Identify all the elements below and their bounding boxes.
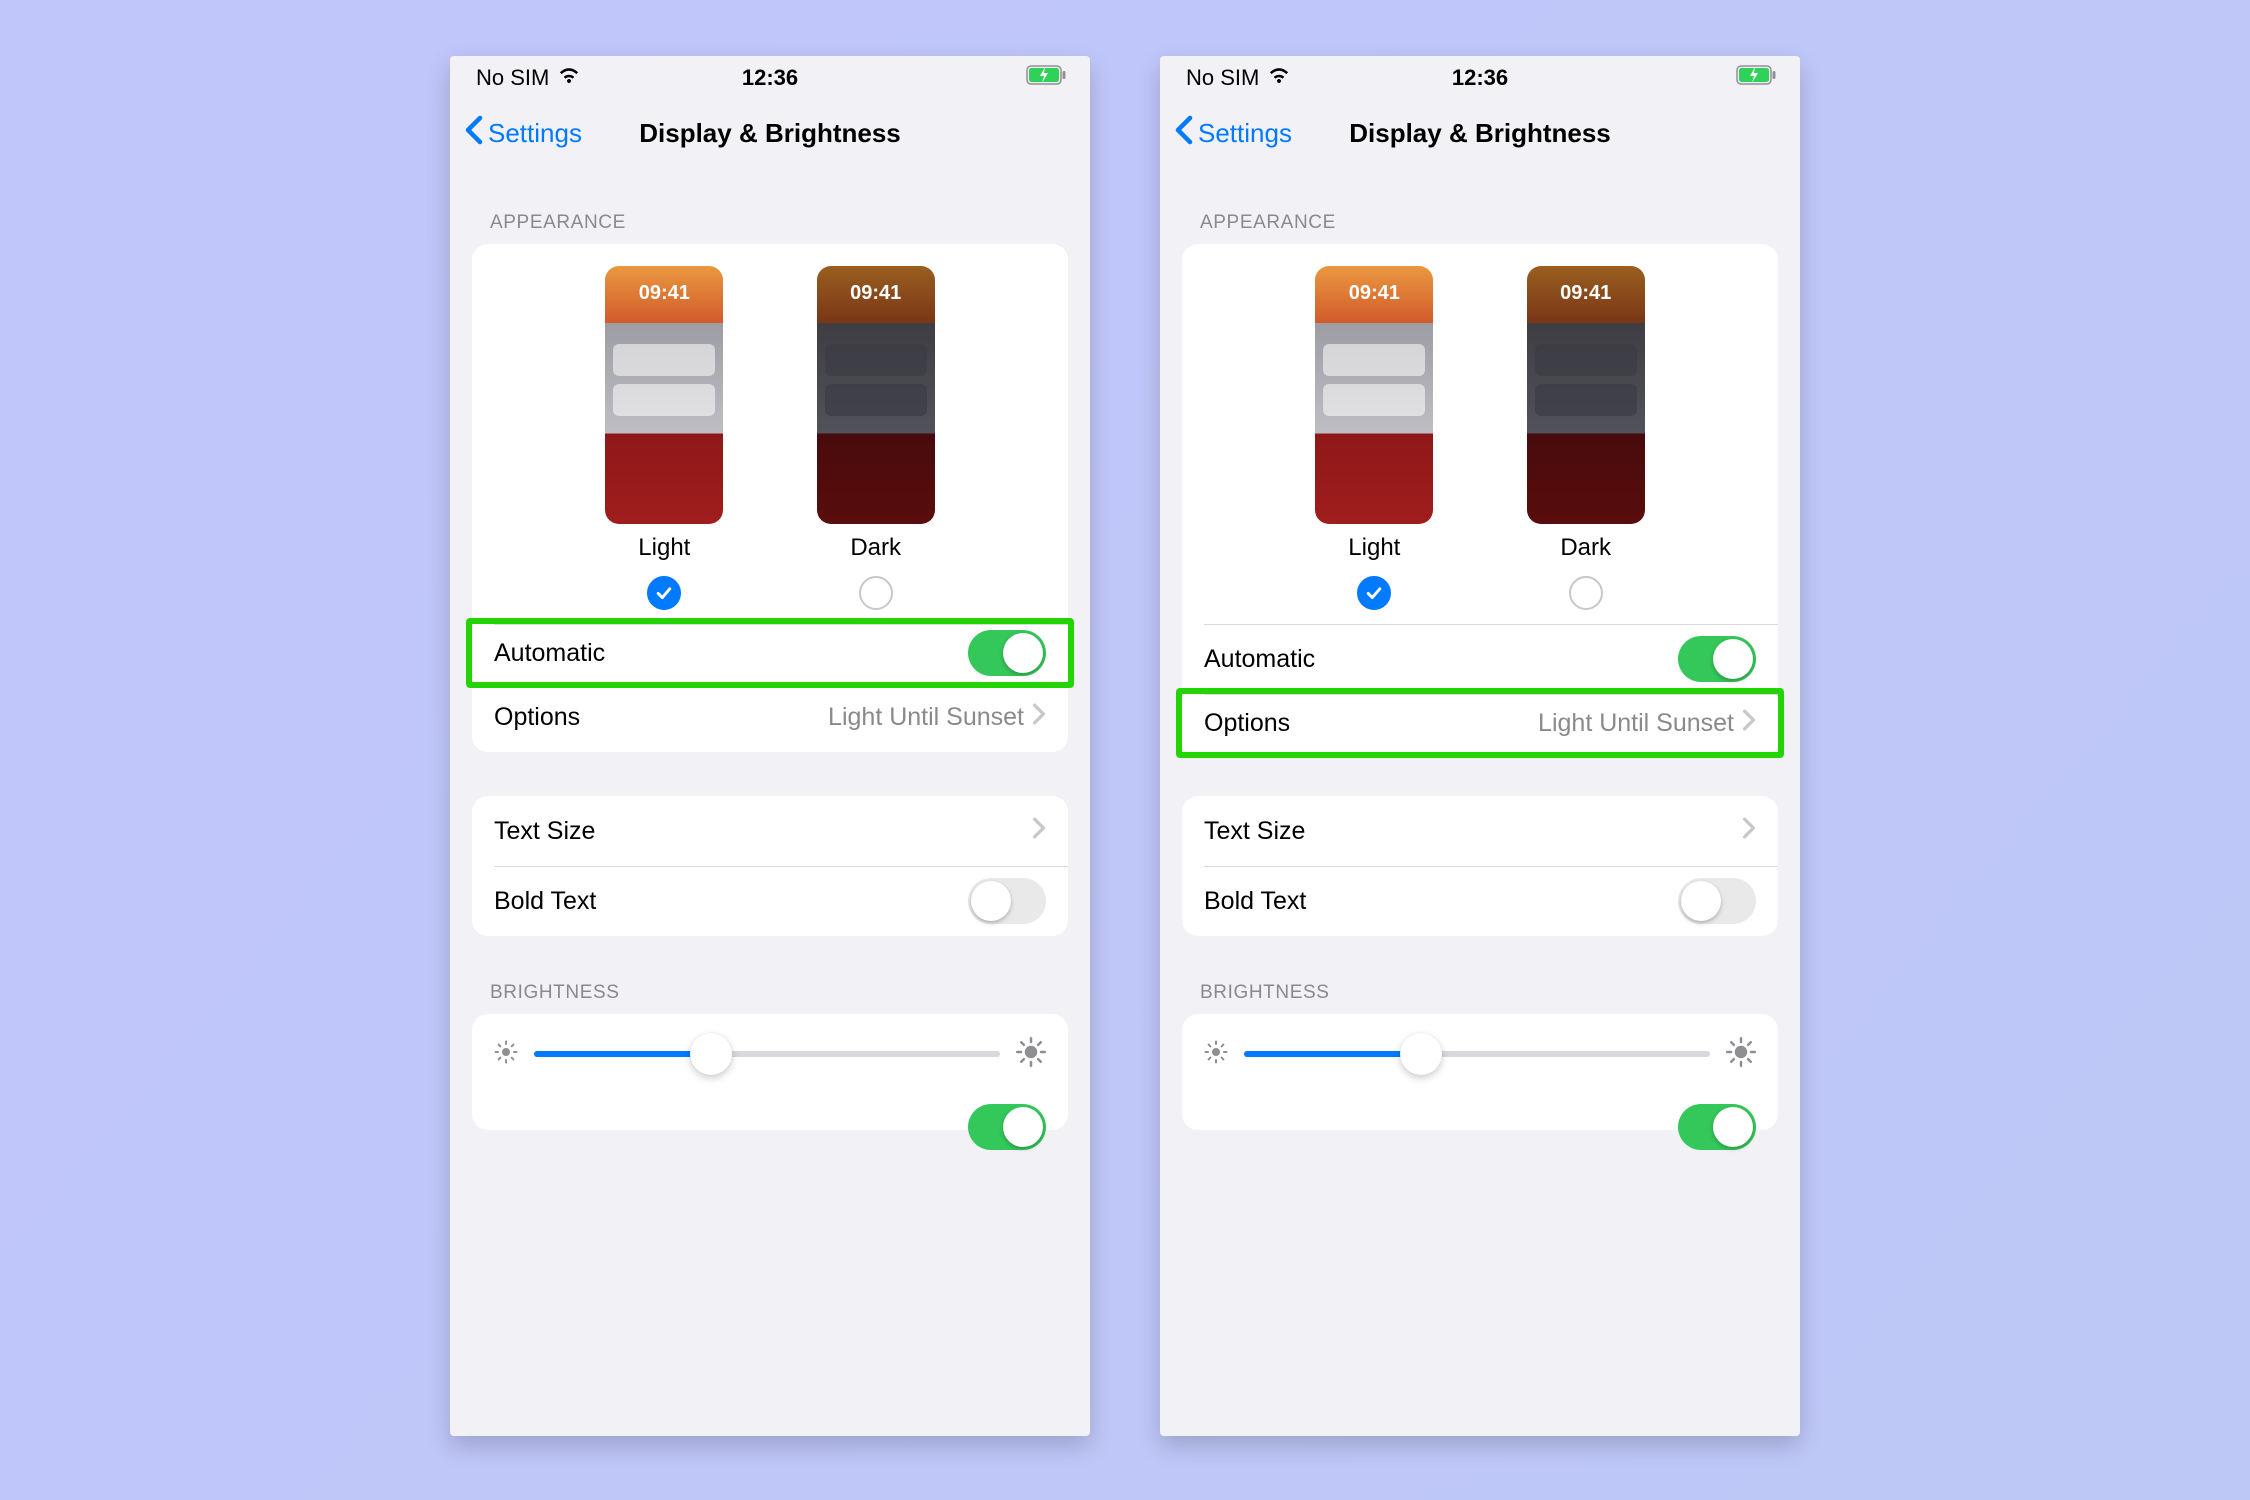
dark-label: Dark	[1560, 534, 1611, 562]
sun-large-icon	[1016, 1037, 1046, 1072]
page-title: Display & Brightness	[1349, 118, 1611, 149]
chevron-left-icon	[1174, 115, 1194, 152]
automatic-label: Automatic	[1204, 645, 1315, 674]
options-label: Options	[1204, 709, 1290, 738]
appearance-option-light[interactable]: 09:41 Light	[605, 266, 723, 610]
bold-text-label: Bold Text	[1204, 887, 1306, 916]
phone-screenshot-2: No SIM 12:36 Settings Display & Brightne…	[1160, 56, 1800, 1436]
preview-time: 09:41	[1315, 282, 1433, 305]
chevron-left-icon	[464, 115, 484, 152]
brightness-section-header: BRIGHTNESS	[450, 936, 1090, 1014]
automatic-toggle[interactable]	[1678, 636, 1756, 682]
navbar: Settings Display & Brightness	[450, 100, 1090, 166]
appearance-option-dark[interactable]: 09:41 Dark	[817, 266, 935, 610]
wifi-icon	[1267, 63, 1291, 93]
back-label: Settings	[1198, 118, 1292, 149]
back-button[interactable]: Settings	[1174, 115, 1292, 152]
text-size-label: Text Size	[494, 817, 595, 846]
back-label: Settings	[488, 118, 582, 149]
chevron-right-icon	[1742, 709, 1756, 738]
appearance-previews: 09:41 Light 09:41 Dark	[472, 244, 1068, 624]
status-time: 12:36	[1452, 65, 1508, 91]
brightness-slider[interactable]	[534, 1051, 1000, 1057]
preview-time: 09:41	[817, 282, 935, 305]
brightness-card	[1182, 1014, 1778, 1130]
light-label: Light	[1348, 534, 1400, 562]
page-title: Display & Brightness	[639, 118, 901, 149]
status-time: 12:36	[742, 65, 798, 91]
preview-time: 09:41	[605, 282, 723, 305]
light-preview-thumbnail: 09:41	[605, 266, 723, 524]
options-label: Options	[494, 703, 580, 732]
brightness-slider-row[interactable]	[1182, 1014, 1778, 1094]
battery-icon	[1736, 65, 1778, 91]
appearance-section-header: APPEARANCE	[450, 166, 1090, 244]
brightness-section-header: BRIGHTNESS	[1160, 936, 1800, 1014]
automatic-row[interactable]: Automatic	[1182, 624, 1778, 694]
options-row[interactable]: Options Light Until Sunset	[472, 682, 1068, 752]
battery-icon	[1026, 65, 1068, 91]
automatic-row[interactable]: Automatic	[466, 618, 1074, 688]
bold-text-row[interactable]: Bold Text	[1182, 866, 1778, 936]
next-toggle-peek	[472, 1094, 1068, 1130]
chevron-right-icon	[1742, 817, 1756, 846]
sun-small-icon	[1204, 1040, 1228, 1069]
bold-text-row[interactable]: Bold Text	[472, 866, 1068, 936]
text-card: Text Size Bold Text	[472, 796, 1068, 936]
dark-preview-thumbnail: 09:41	[817, 266, 935, 524]
back-button[interactable]: Settings	[464, 115, 582, 152]
light-radio[interactable]	[1357, 576, 1391, 610]
brightness-slider-row[interactable]	[472, 1014, 1068, 1094]
appearance-section-header: APPEARANCE	[1160, 166, 1800, 244]
options-value: Light Until Sunset	[1538, 709, 1734, 738]
automatic-label: Automatic	[494, 639, 605, 668]
light-label: Light	[638, 534, 690, 562]
brightness-slider-thumb[interactable]	[690, 1033, 732, 1075]
light-preview-thumbnail: 09:41	[1315, 266, 1433, 524]
appearance-previews: 09:41 Light 09:41 Dark	[1182, 244, 1778, 624]
options-row[interactable]: Options Light Until Sunset	[1176, 688, 1784, 758]
appearance-option-dark[interactable]: 09:41 Dark	[1527, 266, 1645, 610]
appearance-card: 09:41 Light 09:41 Dark Automatic	[472, 244, 1068, 752]
sim-status: No SIM	[476, 65, 549, 91]
wifi-icon	[557, 63, 581, 93]
dark-radio[interactable]	[859, 576, 893, 610]
toggle-peek[interactable]	[968, 1104, 1046, 1150]
dark-radio[interactable]	[1569, 576, 1603, 610]
brightness-card	[472, 1014, 1068, 1130]
status-bar: No SIM 12:36	[1160, 56, 1800, 100]
light-radio[interactable]	[647, 576, 681, 610]
automatic-toggle[interactable]	[968, 630, 1046, 676]
brightness-slider-thumb[interactable]	[1400, 1033, 1442, 1075]
toggle-peek[interactable]	[1678, 1104, 1756, 1150]
next-toggle-peek	[1182, 1094, 1778, 1130]
preview-time: 09:41	[1527, 282, 1645, 305]
options-value: Light Until Sunset	[828, 703, 1024, 732]
bold-text-toggle[interactable]	[1678, 878, 1756, 924]
text-card: Text Size Bold Text	[1182, 796, 1778, 936]
sun-large-icon	[1726, 1037, 1756, 1072]
chevron-right-icon	[1032, 817, 1046, 846]
text-size-row[interactable]: Text Size	[472, 796, 1068, 866]
navbar: Settings Display & Brightness	[1160, 100, 1800, 166]
status-bar: No SIM 12:36	[450, 56, 1090, 100]
bold-text-label: Bold Text	[494, 887, 596, 916]
dark-label: Dark	[850, 534, 901, 562]
sun-small-icon	[494, 1040, 518, 1069]
bold-text-toggle[interactable]	[968, 878, 1046, 924]
text-size-label: Text Size	[1204, 817, 1305, 846]
appearance-card: 09:41 Light 09:41 Dark Automatic	[1182, 244, 1778, 758]
phone-screenshot-1: No SIM 12:36 Settings Display & Brightne…	[450, 56, 1090, 1436]
sim-status: No SIM	[1186, 65, 1259, 91]
text-size-row[interactable]: Text Size	[1182, 796, 1778, 866]
appearance-option-light[interactable]: 09:41 Light	[1315, 266, 1433, 610]
chevron-right-icon	[1032, 703, 1046, 732]
dark-preview-thumbnail: 09:41	[1527, 266, 1645, 524]
brightness-slider[interactable]	[1244, 1051, 1710, 1057]
